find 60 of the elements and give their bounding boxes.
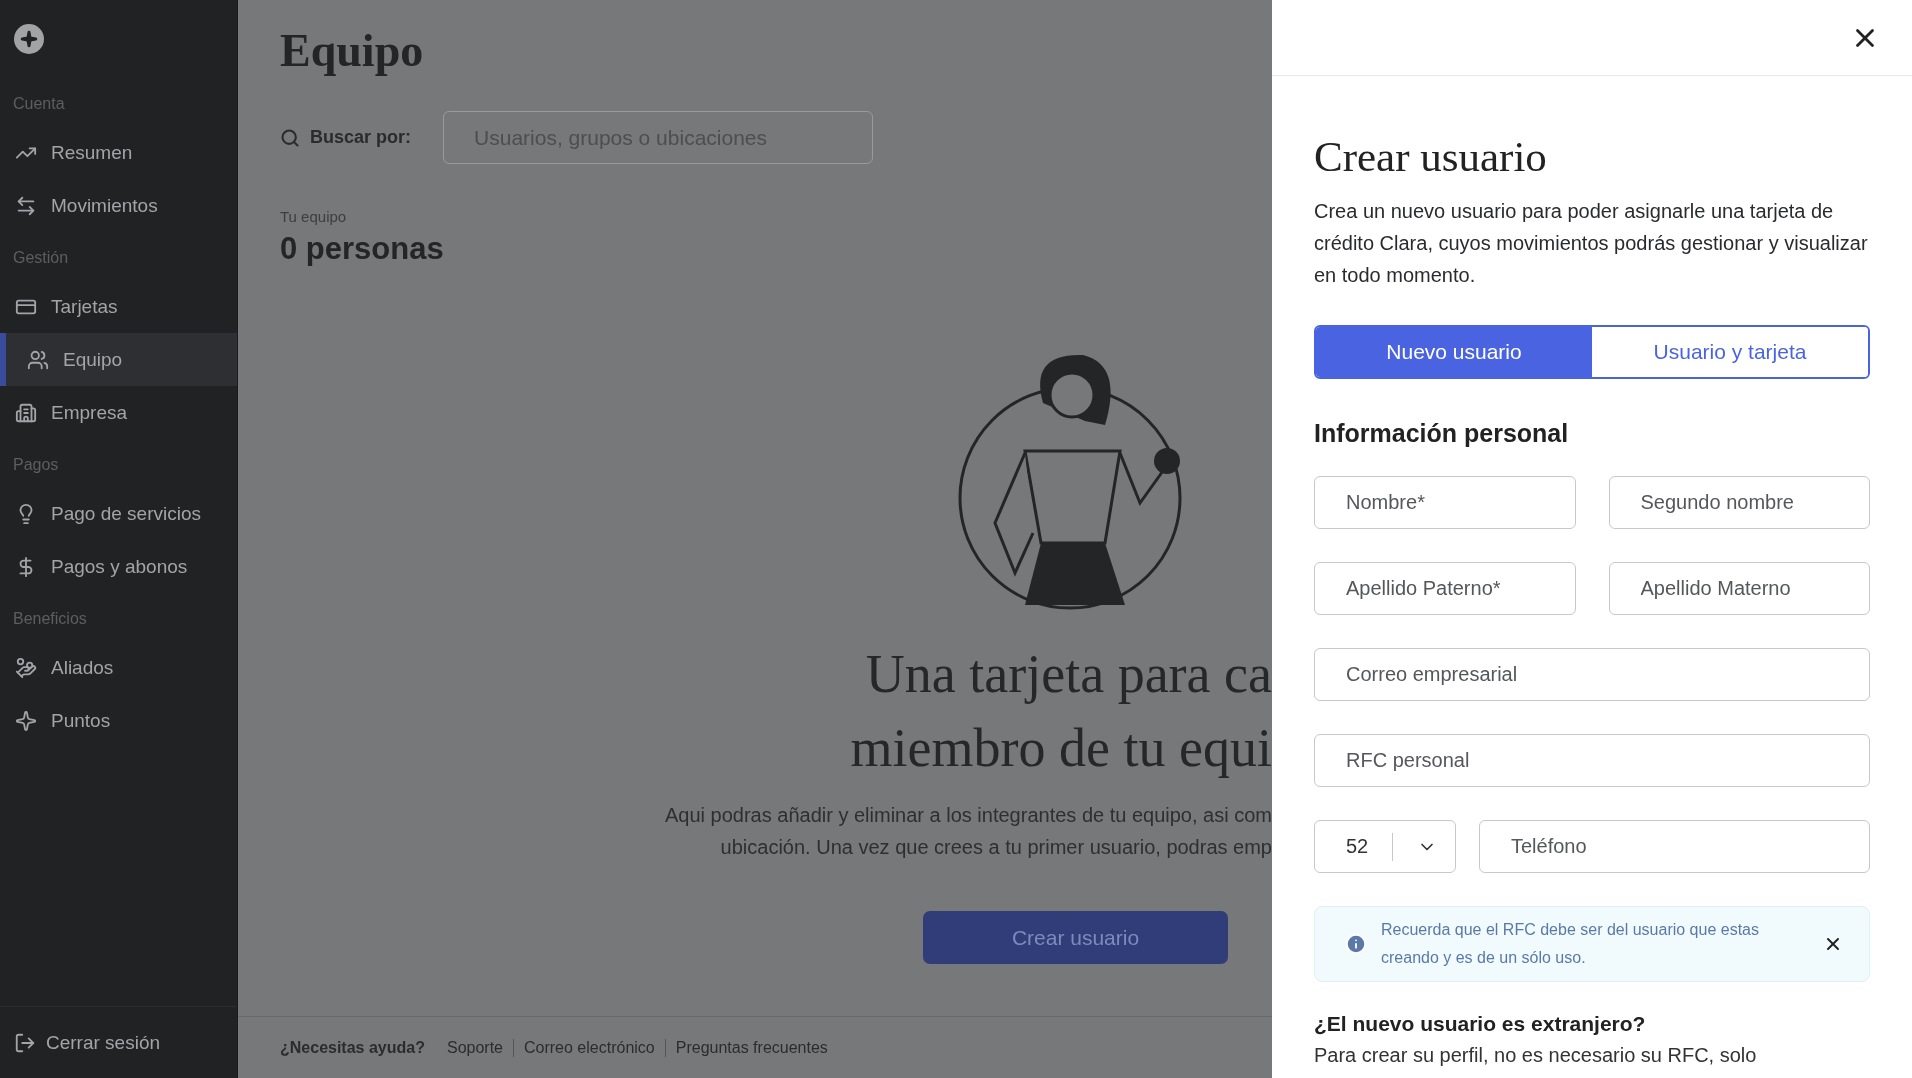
sidebar-item[interactable]: Pago de servicios [0,487,237,540]
tab[interactable]: Nuevo usuario [1316,327,1592,377]
sidebar-item[interactable]: Movimientos [0,179,237,232]
foreign-text: Para crear su perfil, no es necesario su RFC, solo [1314,1044,1758,1067]
logo-icon [14,24,44,54]
page-title: Equipo [280,24,425,77]
sidebar-item[interactable]: Pagos y abonos [0,540,237,593]
arrows-icon [15,194,37,217]
section-title: Información personal [1314,419,1570,448]
empty-state-text: Aqui podras añadir y eliminar a los integrantes de tu equipo, asi com [665,803,1272,828]
sidebar-item[interactable]: Resumen [0,126,237,179]
sidebar-section-label: Pagos [12,455,60,475]
users-icon [27,348,49,371]
input-field[interactable]: Apellido Paterno* [1314,562,1576,615]
foreign-question: ¿El nuevo usuario es extranjero? [1314,1012,1647,1036]
input-field[interactable]: RFC personal [1314,734,1870,787]
sidebar-item-label: Pago de servicios [51,502,201,525]
sidebar-item[interactable]: Aliados [0,641,237,694]
search-icon [280,127,300,148]
sidebar-section-label: Beneficios [12,609,88,629]
sidebar-item-label: Puntos [51,709,111,732]
footer-link[interactable]: Correo electrónico [513,1038,665,1057]
info-icon [1345,933,1367,955]
logout-item[interactable]: Cerrar sesión [0,1006,237,1078]
team-label: Tu equipo [280,208,348,225]
sidebar-item-label: Pagos y abonos [51,555,188,578]
help-label: ¿Necesitas ayuda? [280,1038,425,1057]
empty-state-heading: Una tarjeta para ca [865,643,1272,706]
sidebar-item[interactable]: Tarjetas [0,280,237,333]
sidebar-item-label: Movimientos [51,194,158,217]
sidebar-item-label: Empresa [51,401,128,424]
sidebar-item-label: Resumen [51,141,133,164]
input-field[interactable]: Apellido Materno [1608,562,1870,615]
phone-field[interactable]: Teléfono [1479,820,1870,873]
panel-description: Crea un nuevo usuario para poder asignarle una tarjeta de crédito Clara, cuyos movimientos podrás gestionar y visualizar en todo momento. [1314,199,1869,288]
input-field[interactable]: Nombre* [1314,476,1576,529]
sidebar-item-label: Tarjetas [51,295,118,318]
footer-link[interactable]: Soporte [446,1038,513,1057]
sparkle-icon [15,709,37,732]
country-code-select[interactable]: 52 [1314,820,1456,873]
logout-icon [14,1031,36,1054]
sidebar-item-label: Equipo [63,348,123,371]
logout-label: Cerrar sesión [46,1031,161,1054]
empty-state-heading: miembro de tu equi [850,717,1272,780]
sidebar-section-label: Gestión [12,248,70,268]
alert-text: Recuerda que el RFC debe ser del usuario que estas creando y es de un sólo uso. [1381,920,1760,968]
sidebar-item[interactable]: Equipo [0,333,237,386]
panel-title: Crear usuario [1314,132,1548,181]
sidebar-item-label: Aliados [51,656,114,679]
footer-link[interactable]: Preguntas frecuentes [664,1038,838,1057]
input-field[interactable]: Correo empresarial [1314,648,1870,701]
sidebar-item[interactable]: Empresa [0,386,237,439]
empty-state-text: ubicación. Una vez que crees a tu primer usuario, podras emp [720,835,1272,860]
sidebar-section-label: Cuenta [12,94,66,114]
sidebar-item[interactable]: Puntos [0,694,237,747]
building-icon [15,401,37,424]
hand-coins-icon [15,656,37,679]
search-label-text: Buscar por: [310,127,412,148]
team-count: 0 personas [280,231,445,267]
input-field[interactable]: Segundo nombre [1608,476,1870,529]
